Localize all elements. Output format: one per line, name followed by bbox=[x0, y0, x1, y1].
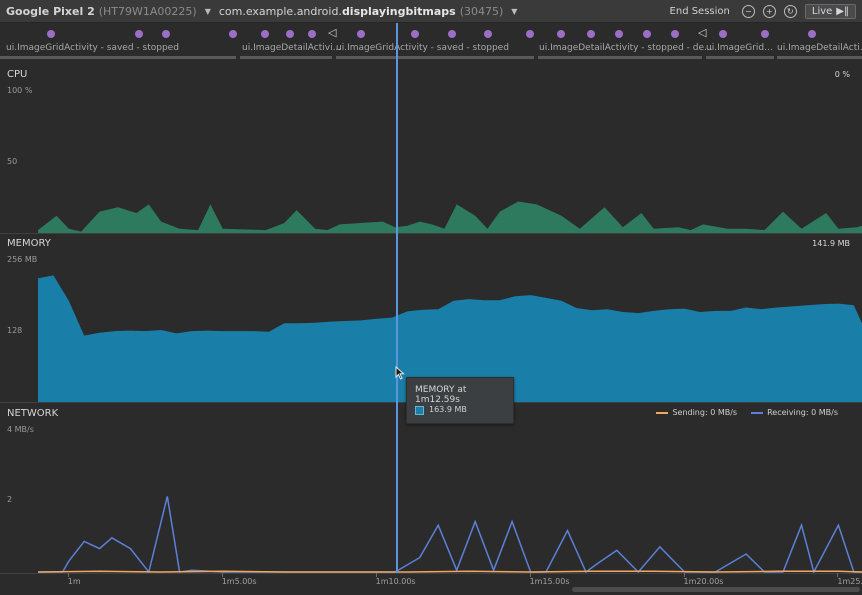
cpu-current-value: 0 % bbox=[834, 70, 850, 79]
network-section-title[interactable]: NETWORK bbox=[7, 408, 58, 419]
memory-current-value: 141.9 MB bbox=[812, 239, 850, 248]
profiler-charts[interactable] bbox=[0, 0, 862, 594]
network-receiving-line bbox=[38, 496, 862, 575]
horizontal-scrollbar[interactable] bbox=[572, 587, 860, 592]
tooltip-title: MEMORY at 1m12.59s bbox=[415, 385, 467, 405]
time-axis-label: 1m10.00s bbox=[375, 577, 416, 586]
tooltip-swatch bbox=[415, 406, 424, 415]
cpu-axis-mid: 50 bbox=[7, 157, 18, 166]
receiving-legend-swatch bbox=[751, 411, 764, 414]
timeline-cursor[interactable] bbox=[396, 23, 398, 573]
network-legend: Sending: 0 MB/s Receiving: 0 MB/s bbox=[656, 408, 838, 417]
network-sending-line bbox=[37, 570, 862, 573]
receiving-legend-label: Receiving: 0 MB/s bbox=[767, 408, 838, 417]
sending-legend-label: Sending: 0 MB/s bbox=[672, 408, 738, 417]
cpu-usage-area bbox=[0, 201, 862, 233]
network-axis-top: 4 MB/s bbox=[7, 425, 34, 434]
memory-tooltip: MEMORY at 1m12.59s 163.9 MB bbox=[406, 377, 514, 424]
time-axis-label: 1m20.00s bbox=[683, 577, 724, 586]
time-axis-label: 1m5.00s bbox=[221, 577, 257, 586]
tooltip-value: 163.9 MB bbox=[429, 405, 467, 414]
time-axis-label: 1m25.00s bbox=[837, 577, 862, 586]
memory-axis-top: 256 MB bbox=[7, 255, 38, 264]
time-axis-label: 1m15.00s bbox=[529, 577, 570, 586]
cpu-section-title[interactable]: CPU bbox=[7, 69, 27, 80]
cpu-axis-top: 100 % bbox=[7, 86, 33, 95]
memory-axis-mid: 128 bbox=[7, 326, 23, 335]
time-axis-label: 1m bbox=[67, 577, 81, 586]
network-axis-mid: 2 bbox=[7, 495, 13, 504]
section-divider bbox=[0, 233, 862, 234]
memory-section-title[interactable]: MEMORY bbox=[7, 238, 51, 249]
mouse-pointer-icon bbox=[395, 366, 405, 380]
sending-legend-swatch bbox=[656, 411, 669, 414]
